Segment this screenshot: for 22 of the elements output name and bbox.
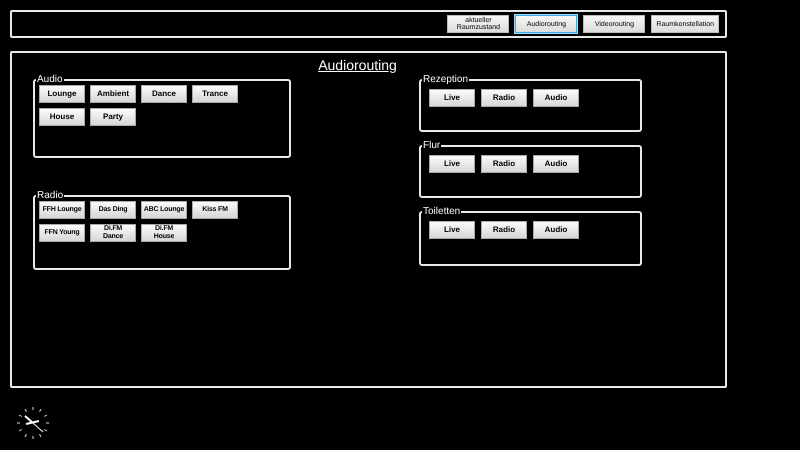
option-button[interactable]: Radio	[481, 89, 527, 107]
option-button[interactable]: Audio	[533, 155, 579, 173]
option-button[interactable]: Audio	[533, 221, 579, 239]
option-button[interactable]: Audio	[533, 89, 579, 107]
option-button[interactable]: Lounge	[39, 85, 85, 103]
option-button[interactable]: Dance	[141, 85, 187, 103]
option-button[interactable]: Live	[429, 221, 475, 239]
option-button[interactable]: Live	[429, 89, 475, 107]
option-button[interactable]: House	[39, 108, 85, 126]
page-title: Audiorouting	[318, 57, 397, 73]
option-button[interactable]: Trance	[192, 85, 238, 103]
clock-icon	[15, 405, 51, 441]
option-button[interactable]: Radio	[481, 155, 527, 173]
option-button[interactable]: Radio	[481, 221, 527, 239]
option-button[interactable]: Ambient	[90, 85, 136, 103]
option-button[interactable]: Live	[429, 155, 475, 173]
group-title: Radio	[36, 190, 64, 201]
option-button[interactable]: Party	[90, 108, 136, 126]
group-title: Toiletten	[422, 206, 462, 217]
group-title: Flur	[422, 140, 442, 151]
group-title: Rezeption	[422, 74, 470, 85]
group-title: Audio	[36, 74, 64, 85]
